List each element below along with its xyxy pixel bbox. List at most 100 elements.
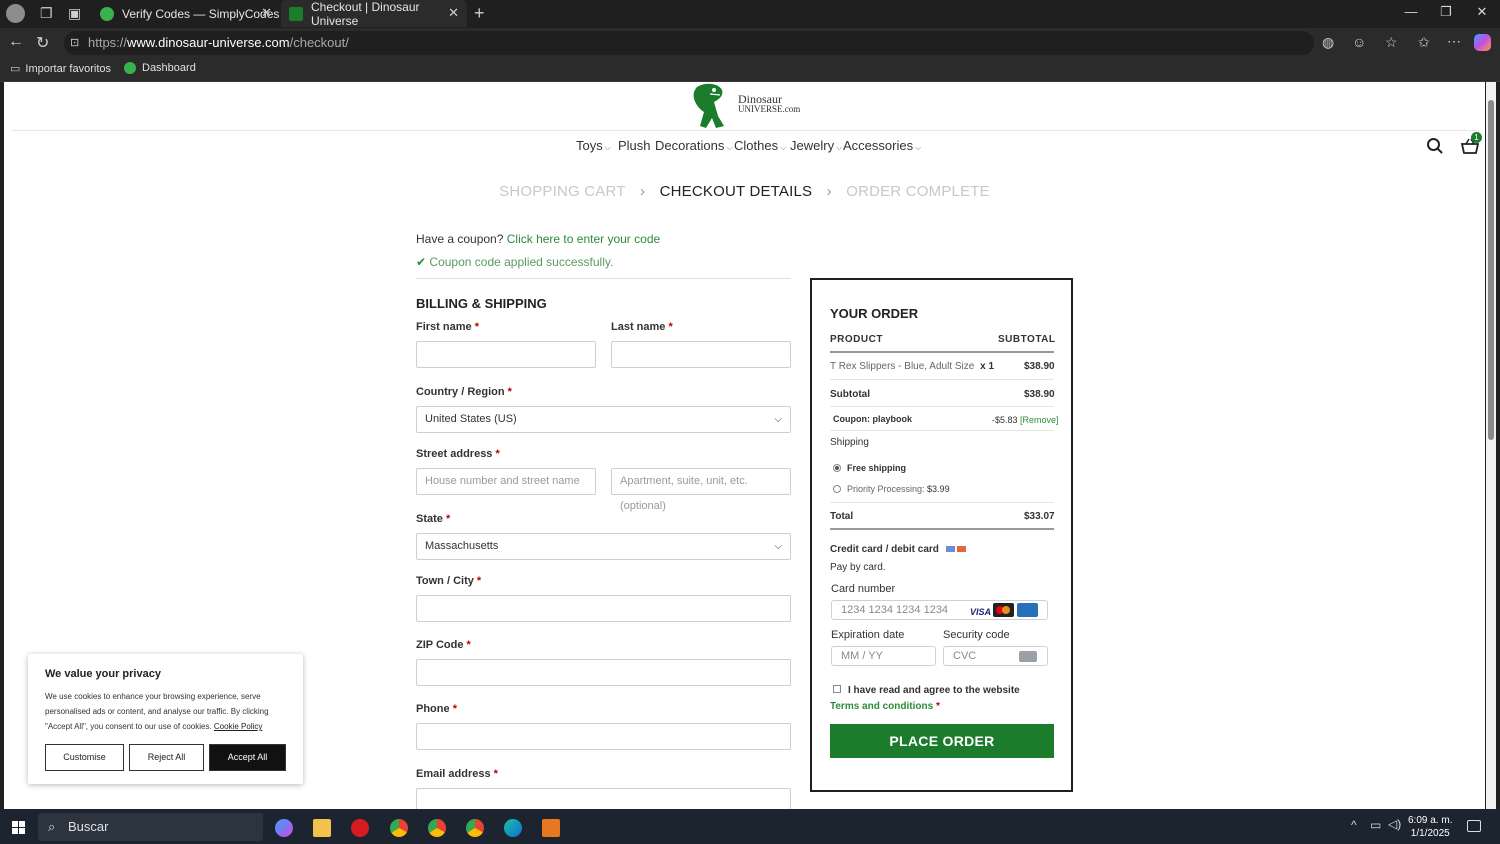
copilot-icon[interactable] (1474, 34, 1491, 51)
step-shopping-cart[interactable]: SHOPPING CART (499, 183, 626, 200)
taskbar-search[interactable]: ⌕ Buscar (38, 813, 263, 841)
workspaces-icon[interactable]: ❐ (40, 5, 53, 22)
coupon-link[interactable]: Click here to enter your code (507, 232, 660, 246)
place-order-button[interactable]: PLACE ORDER (830, 724, 1054, 758)
nav-jewelry[interactable]: Jewelry ⌵ (790, 138, 842, 153)
nav-accessories[interactable]: Accessories ⌵ (843, 138, 921, 153)
reading-mode-icon[interactable]: ☺ (1352, 34, 1366, 50)
customise-button[interactable]: Customise (45, 744, 124, 771)
search-icon[interactable] (1426, 137, 1444, 155)
country-select[interactable]: United States (US) ⌵ (416, 406, 791, 433)
expiry-input[interactable]: MM / YY (831, 646, 936, 666)
remove-coupon-link[interactable]: [Remove] (1020, 415, 1059, 425)
required-mark: * (474, 321, 479, 333)
nav-plush[interactable]: Plush (618, 138, 651, 153)
close-tab-icon[interactable]: ✕ (448, 5, 459, 21)
cart-button[interactable]: 1 (1461, 132, 1483, 156)
label-text: Last name (611, 321, 666, 333)
refresh-icon[interactable]: ↻ (36, 33, 49, 53)
chrome-profile-2-icon[interactable] (466, 819, 484, 837)
coupon-value: -$5.83 (992, 415, 1018, 425)
network-icon[interactable]: ▭ (1370, 818, 1381, 832)
required-mark: * (493, 768, 498, 780)
scrollbar-thumb[interactable] (1488, 100, 1494, 440)
card-number-input[interactable]: 1234 1234 1234 1234 VISA (831, 600, 1048, 620)
coupon-prompt: Have a coupon? Click here to enter your … (416, 232, 660, 246)
favorites-list-icon[interactable]: ✩ (1418, 34, 1430, 51)
close-window-icon[interactable]: ✕ (1467, 4, 1497, 20)
email-label: Email address * (416, 768, 498, 780)
notifications-icon[interactable] (1467, 820, 1481, 832)
profile-avatar[interactable] (6, 4, 25, 23)
search-icon: ⌕ (48, 819, 56, 834)
favorite-label: Importar favoritos (25, 62, 111, 75)
street-address-2-input[interactable]: Apartment, suite, unit, etc. (optional) (611, 468, 791, 512)
close-tab-icon[interactable]: ✕ (261, 5, 272, 21)
new-tab-icon[interactable]: + (474, 3, 485, 24)
search-placeholder: Buscar (68, 819, 109, 834)
placeholder-text: CVC (953, 650, 977, 662)
cookie-policy-link[interactable]: Cookie Policy (214, 722, 262, 731)
taskbar-clock[interactable]: 6:09 a. m. 1/1/2025 (1408, 814, 1452, 840)
divider (830, 379, 1054, 380)
first-name-input[interactable] (416, 341, 596, 368)
coupon-success-text: Coupon code applied successfully. (429, 255, 614, 269)
free-shipping-radio[interactable] (833, 464, 841, 472)
reject-all-button[interactable]: Reject All (129, 744, 204, 771)
import-favorites-link[interactable]: ▭ Importar favoritos (10, 62, 111, 76)
last-name-input[interactable] (611, 341, 791, 368)
nav-clothes[interactable]: Clothes ⌵ (734, 138, 786, 153)
last-name-label: Last name * (611, 321, 673, 333)
chevron-right-icon: › (640, 183, 646, 200)
url-input[interactable]: ⊡ https://www.dinosaur-universe.com/chec… (64, 31, 1314, 55)
tray-overflow-icon[interactable]: ^ (1351, 818, 1357, 832)
mastercard-logo-icon (993, 603, 1014, 617)
back-icon[interactable]: ← (8, 33, 24, 51)
favorites-bar: ▭ Importar favoritos Dashboard (0, 58, 1500, 82)
phone-input[interactable] (416, 723, 791, 750)
terms-link[interactable]: Terms and conditions (830, 701, 933, 712)
coupon-prompt-text: Have a coupon? (416, 232, 504, 246)
file-explorer-icon[interactable] (313, 819, 331, 837)
nav-toys[interactable]: Toys ⌵ (576, 138, 611, 153)
state-select[interactable]: Massachusetts ⌵ (416, 533, 791, 560)
step-checkout-details: CHECKOUT DETAILS (659, 183, 813, 200)
street-address-input[interactable]: House number and street name (416, 468, 596, 495)
tab-simplycodes[interactable]: Verify Codes — SimplyCodes ✕ (92, 0, 280, 27)
priority-processing-label: Priority Processing: $3.99 (847, 484, 950, 494)
country-label: Country / Region * (416, 386, 512, 398)
chrome-icon[interactable] (390, 819, 408, 837)
edge-icon[interactable] (504, 819, 522, 837)
app-icon[interactable] (542, 819, 560, 837)
opera-icon[interactable] (351, 819, 369, 837)
start-icon[interactable] (12, 821, 25, 834)
copilot-app-icon[interactable] (275, 819, 293, 837)
tab-actions-icon[interactable]: ▣ (68, 5, 81, 22)
more-menu-icon[interactable]: ⋯ (1447, 33, 1461, 50)
required-mark: * (466, 639, 471, 651)
priority-processing-radio[interactable] (833, 485, 841, 493)
nav-decorations[interactable]: Decorations ⌵ (655, 138, 732, 153)
email-input[interactable] (416, 788, 791, 809)
cvc-input[interactable]: CVC (943, 646, 1048, 666)
site-info-icon[interactable]: ⊡ (70, 31, 79, 55)
extension-icon[interactable]: ◍ (1322, 34, 1334, 51)
dashboard-link[interactable]: Dashboard (124, 62, 196, 74)
first-name-label: First name * (416, 321, 479, 333)
zip-input[interactable] (416, 659, 791, 686)
favorite-star-icon[interactable]: ☆ (1385, 34, 1398, 51)
chevron-right-icon: › (826, 183, 832, 200)
volume-icon[interactable]: ◁) (1388, 817, 1401, 831)
subtotal-value: $38.90 (1024, 389, 1055, 400)
minimize-icon[interactable]: — (1396, 4, 1426, 19)
city-input[interactable] (416, 595, 791, 622)
restore-icon[interactable]: ❐ (1431, 4, 1461, 20)
order-title: YOUR ORDER (830, 306, 919, 321)
subtotal-label: Subtotal (830, 389, 870, 400)
page-scrollbar[interactable] (1486, 82, 1496, 809)
chrome-profile-icon[interactable] (428, 819, 446, 837)
tab-checkout[interactable]: Checkout | Dinosaur Universe ✕ (281, 0, 467, 28)
accept-all-button[interactable]: Accept All (209, 744, 286, 771)
site-logo[interactable]: Dinosaur UNIVERSE.com (688, 82, 818, 130)
card-icon (957, 546, 967, 552)
